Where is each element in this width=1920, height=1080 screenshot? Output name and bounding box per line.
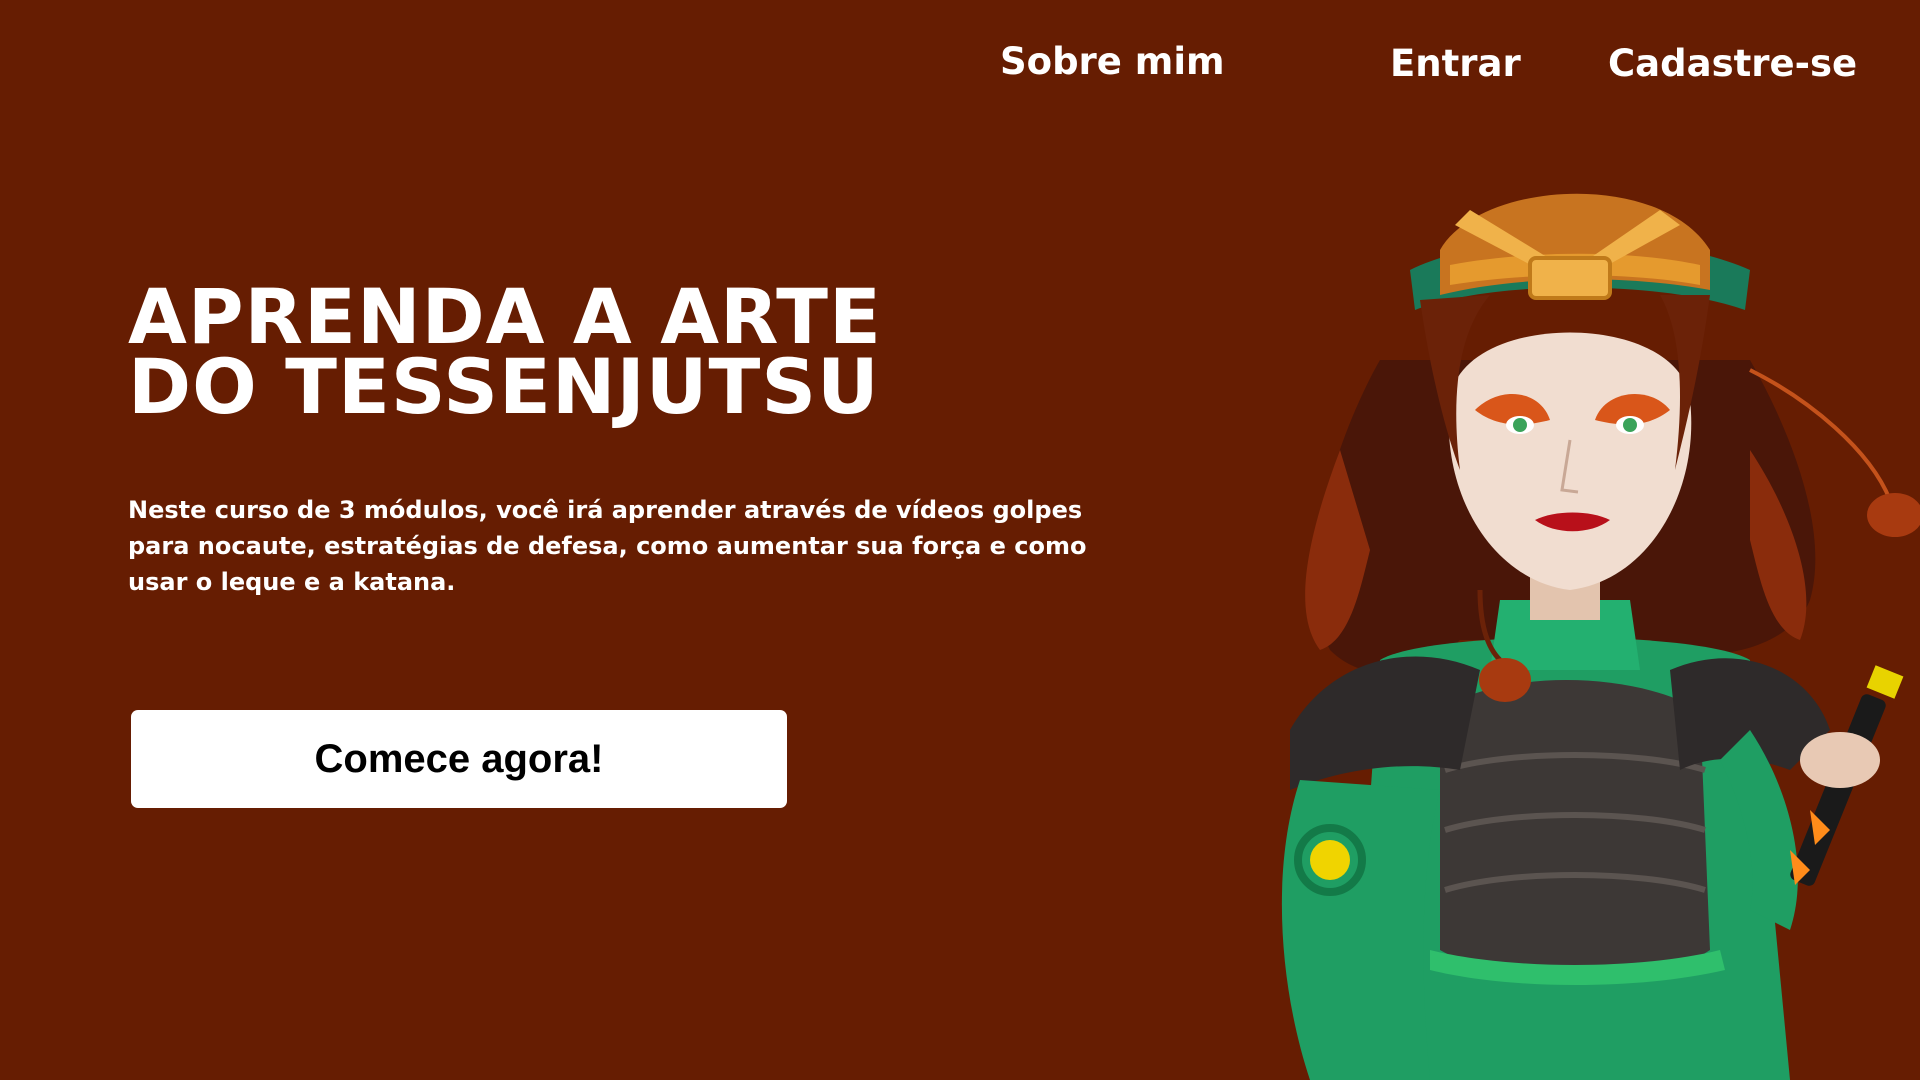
warrior-character-illustration xyxy=(1281,193,1920,1080)
start-now-button[interactable]: Comece agora! xyxy=(131,710,787,808)
hero-title: APRENDA A ARTE DO TESSENJUTSU xyxy=(128,279,882,431)
hero-description: Neste curso de 3 módulos, você irá apren… xyxy=(128,496,1087,596)
nav-link-about[interactable]: Sobre mim xyxy=(1000,40,1225,83)
hero-title-line-2: DO TESSENJUTSU xyxy=(128,342,880,431)
nav-link-signup[interactable]: Cadastre-se xyxy=(1608,42,1857,85)
landing-page: Sobre mim Entrar Cadastre-se APRENDA A A… xyxy=(0,0,1920,1080)
nav-link-login[interactable]: Entrar xyxy=(1390,42,1521,85)
